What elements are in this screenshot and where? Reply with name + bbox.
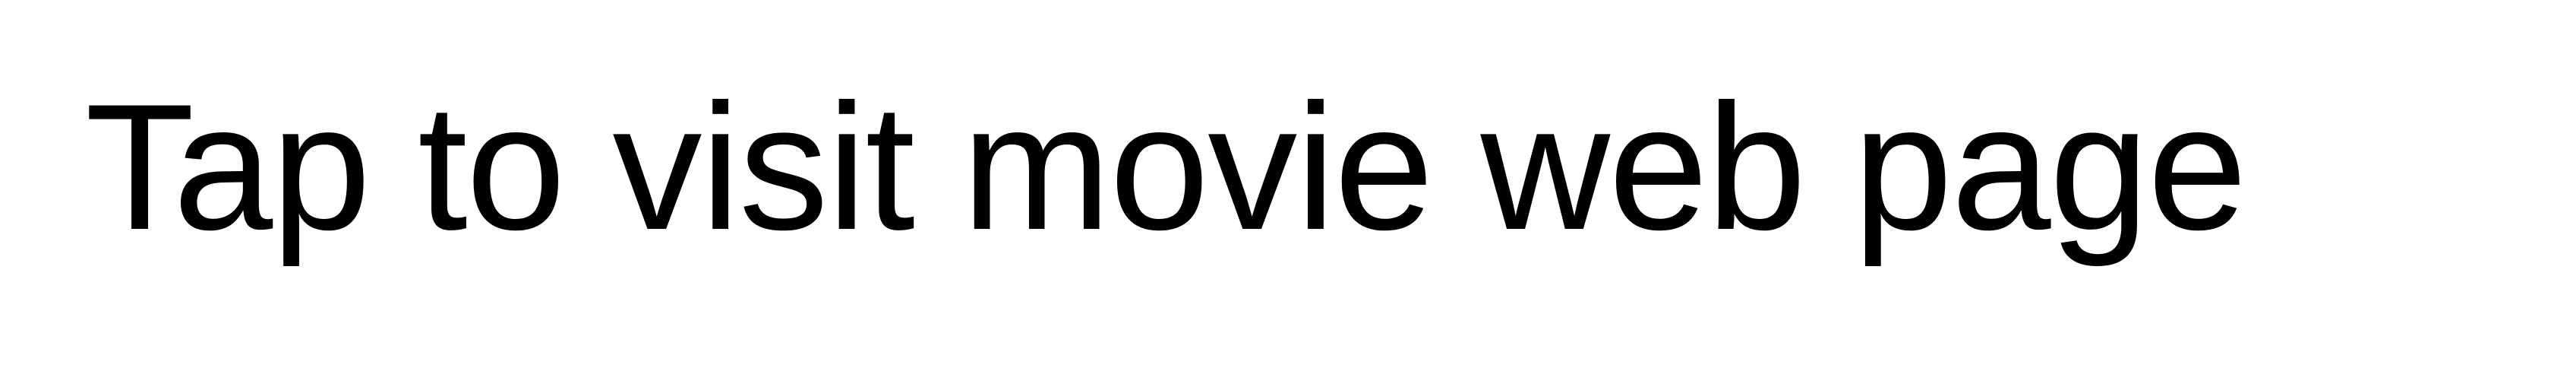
visit-movie-web-page-link[interactable]: Tap to visit movie web page xyxy=(85,78,2247,257)
page-root: Tap to visit movie web page xyxy=(0,0,2576,365)
